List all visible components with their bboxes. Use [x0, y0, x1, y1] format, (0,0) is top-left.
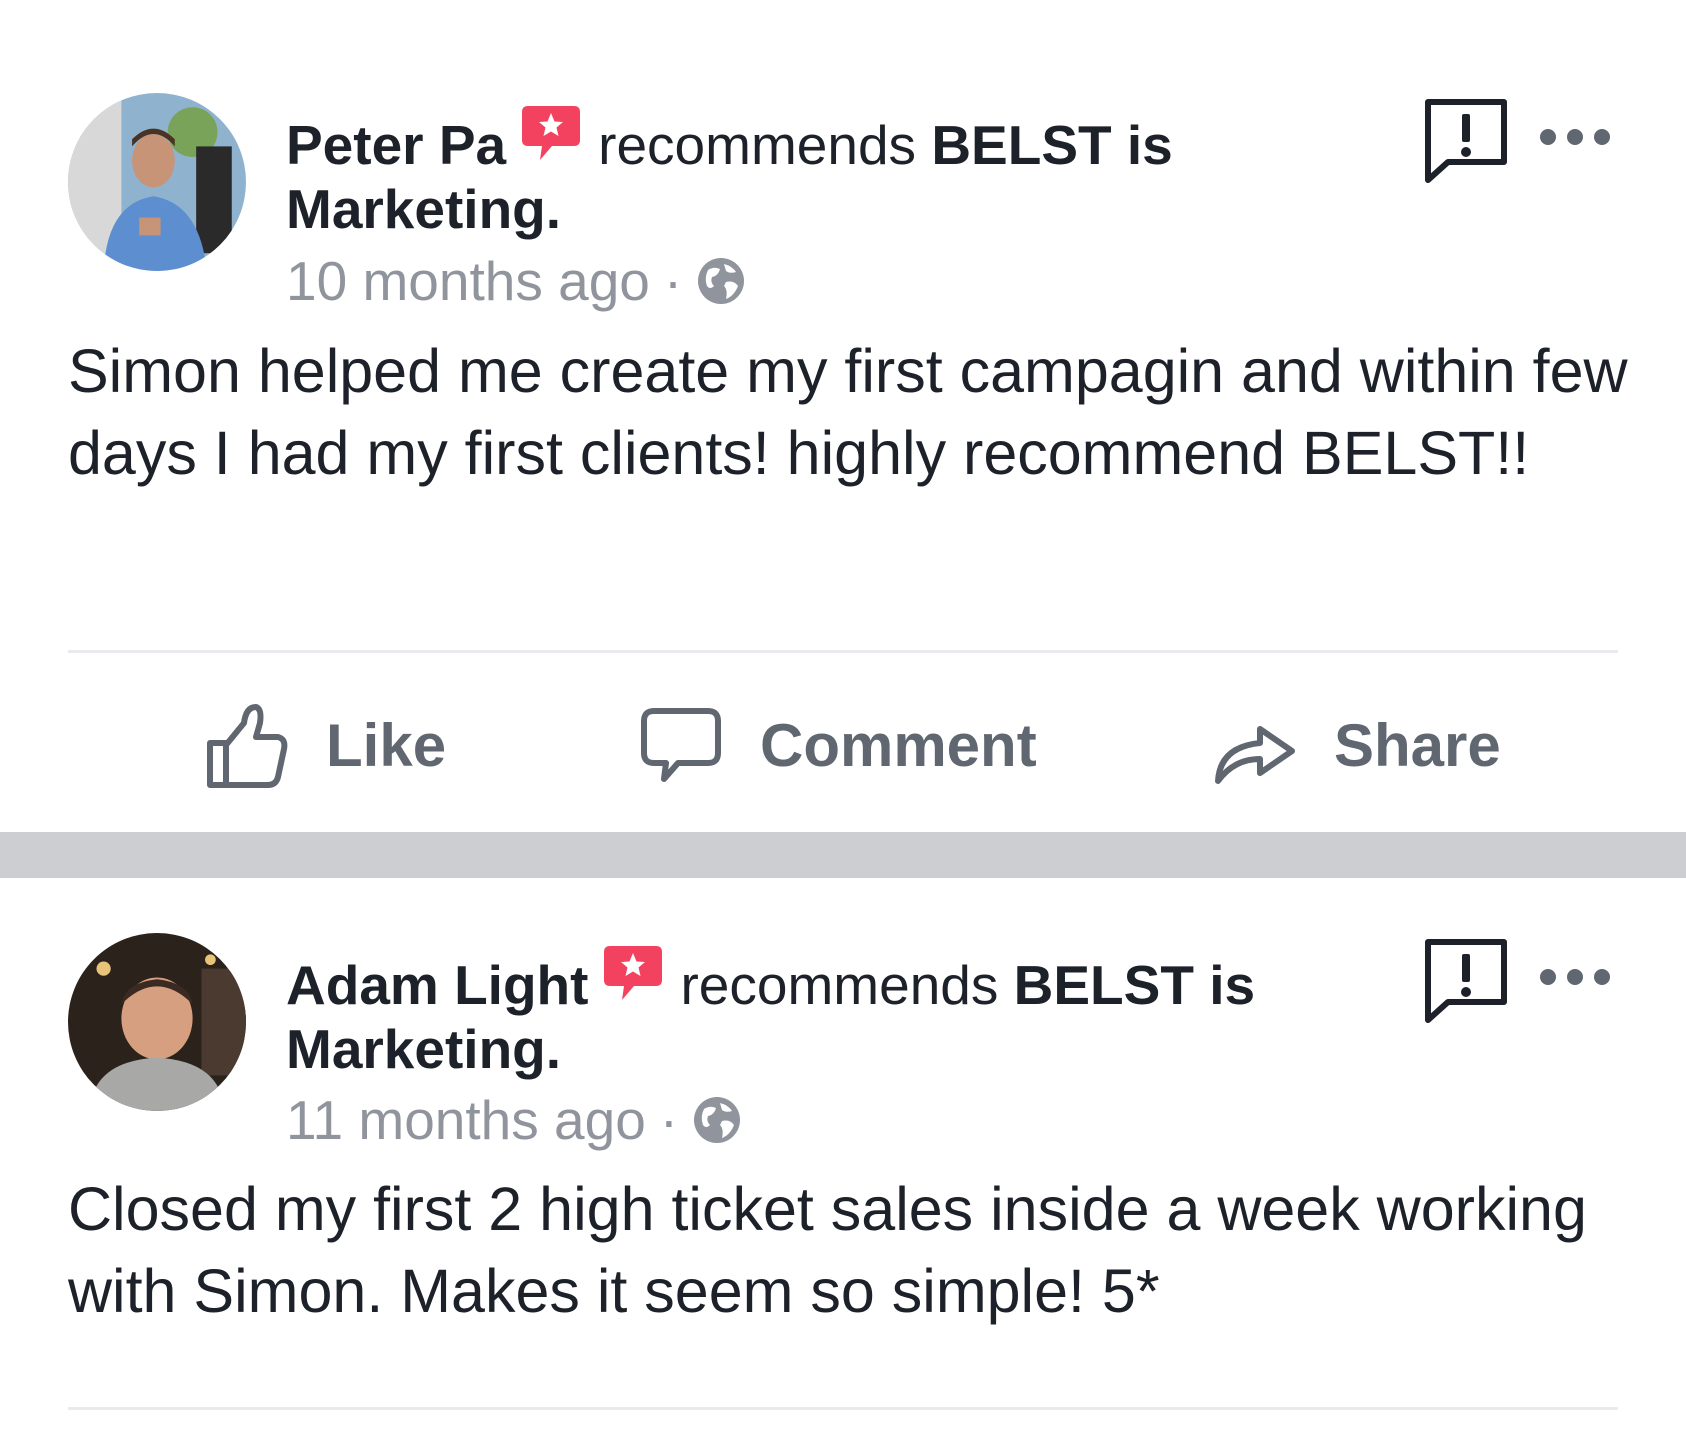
author-name[interactable]: Adam Light — [286, 954, 588, 1016]
report-icon[interactable] — [1422, 98, 1510, 184]
recommends-text: recommends — [598, 114, 917, 176]
thumbs-up-icon — [204, 699, 290, 791]
share-label: Share — [1334, 711, 1501, 779]
author-avatar[interactable] — [68, 933, 246, 1111]
comment-label: Comment — [760, 711, 1037, 779]
page-name[interactable]: BELST is — [1014, 954, 1255, 1016]
avatar-photo — [68, 93, 246, 271]
post-body: Closed my first 2 high ticket sales insi… — [68, 1175, 1587, 1325]
divider — [68, 1407, 1618, 1410]
post-timestamp[interactable]: 10 months ago — [286, 250, 650, 312]
like-button[interactable]: Like — [204, 690, 446, 800]
post-timestamp[interactable]: 11 months ago — [286, 1089, 646, 1151]
recommends-text: recommends — [680, 954, 999, 1016]
meta-separator: · — [663, 250, 683, 312]
more-options-icon[interactable] — [1536, 962, 1614, 992]
post-meta: 10 months ago · — [286, 249, 746, 313]
page-name[interactable]: BELST is — [931, 114, 1172, 176]
globe-icon — [692, 1095, 742, 1145]
globe-icon — [696, 256, 746, 306]
report-icon[interactable] — [1422, 938, 1510, 1024]
more-options-icon[interactable] — [1536, 122, 1614, 152]
author-name[interactable]: Peter Pa — [286, 114, 506, 176]
page-name-continued[interactable]: Marketing. — [286, 178, 561, 240]
post-headline: Peter Pa recommends BELST is Marketing. — [286, 102, 1396, 241]
divider — [68, 650, 1618, 653]
share-arrow-icon — [1212, 699, 1298, 791]
post-meta: 11 months ago · — [286, 1088, 742, 1152]
post-headline: Adam Light recommends BELST is Marketing. — [286, 942, 1396, 1081]
page-name-continued[interactable]: Marketing. — [286, 1018, 561, 1080]
recommendation-star-icon — [600, 942, 666, 1006]
share-button[interactable]: Share — [1212, 690, 1501, 800]
comment-button[interactable]: Comment — [638, 690, 1037, 800]
avatar-photo — [68, 933, 246, 1111]
like-label: Like — [326, 711, 447, 779]
action-bar: Like Comment Share — [0, 690, 1686, 800]
meta-separator: · — [659, 1089, 679, 1151]
post-body: Simon helped me create my first campagin… — [68, 337, 1628, 487]
review-post: Adam Light recommends BELST is Marketing.… — [0, 878, 1686, 1440]
feed-separator — [0, 832, 1686, 878]
comment-icon — [638, 699, 724, 791]
author-avatar[interactable] — [68, 93, 246, 271]
recommendation-star-icon — [518, 102, 584, 166]
review-post: Peter Pa recommends BELST is Marketing. 1… — [0, 0, 1686, 832]
